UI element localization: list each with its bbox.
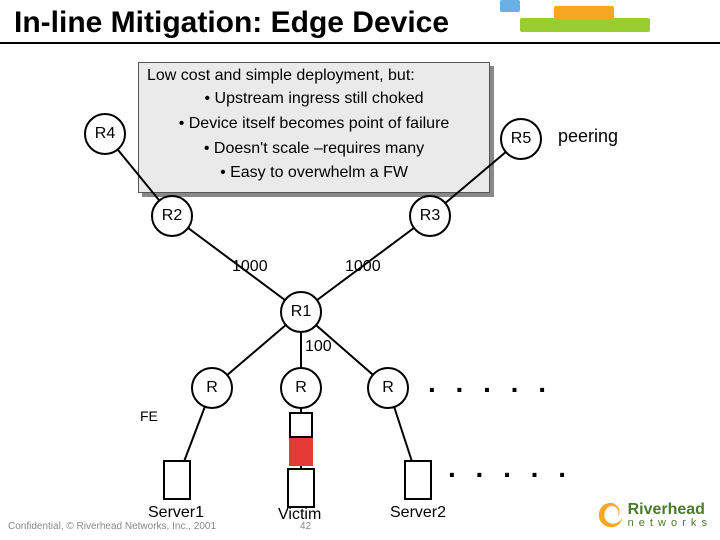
router-r4: R4 [84,113,126,155]
bw-1000-a: 1000 [232,258,268,276]
victim-icon [287,468,315,508]
peering-label: peering [558,126,618,147]
server2-label: Server2 [390,504,446,522]
router-r1: R1 [280,291,322,333]
server1-icon [163,460,191,500]
edge-router-a: R [191,367,233,409]
server2-icon [404,460,432,500]
edge-router-c: R [367,367,409,409]
victim-label: Victim [278,506,321,524]
firewall-box [289,412,313,438]
server1-label: Server1 [148,504,204,522]
bw-1000-b: 1000 [345,258,381,276]
bw-100: 100 [305,338,332,356]
router-r5: R5 [500,118,542,160]
router-r2: R2 [151,195,193,237]
edge-router-b: R [280,367,322,409]
router-r3: R3 [409,195,451,237]
